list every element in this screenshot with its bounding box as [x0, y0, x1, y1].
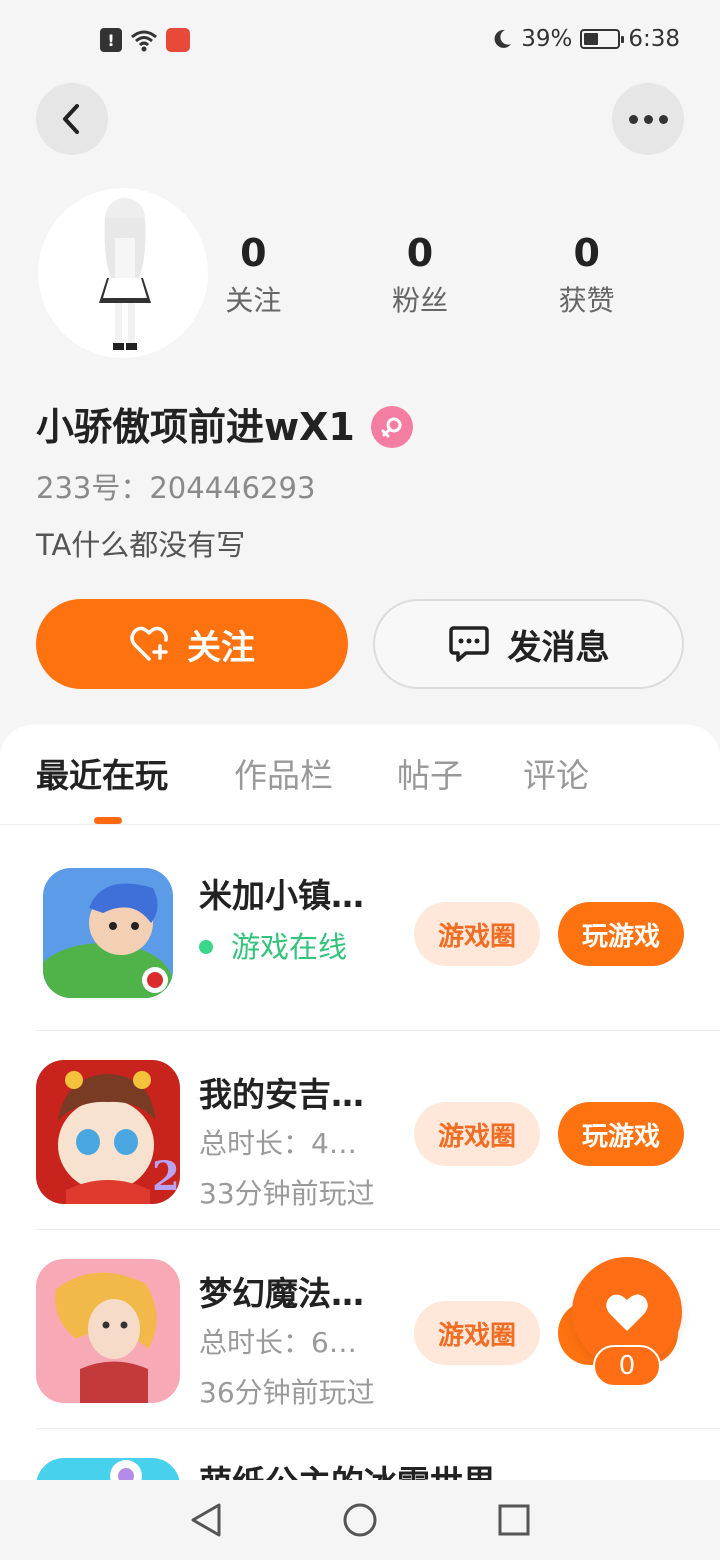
heart-icon — [606, 1294, 648, 1331]
status-bar: ! 39% 6:38 — [0, 0, 720, 84]
tab-works[interactable]: 作品栏 — [234, 753, 333, 799]
online-status-text: 游戏在线 — [231, 930, 348, 964]
game-duration: 总时长：6… — [199, 1326, 357, 1359]
svg-text:2: 2 — [152, 1153, 180, 1200]
wifi-icon — [131, 30, 157, 52]
username: 小骄傲项前进wX1 — [36, 400, 413, 454]
female-icon — [370, 406, 413, 448]
stat-value: 0 — [573, 231, 600, 275]
game-circle-button[interactable]: 游戏圈 — [414, 902, 540, 966]
chevron-left-icon — [63, 104, 79, 134]
clock: 6:38 — [628, 26, 680, 52]
battery-percent: 39% — [521, 26, 573, 52]
game-icon-dream-magic[interactable] — [36, 1259, 180, 1403]
username-text: 小骄傲项前进wX1 — [36, 405, 355, 449]
online-dot-icon — [199, 940, 213, 954]
play-game-button[interactable]: 玩游戏 — [558, 902, 684, 966]
nav-home-button[interactable] — [338, 1498, 382, 1542]
avatar-character-image — [99, 198, 151, 350]
stat-label: 关注 — [225, 284, 282, 317]
tab-comments[interactable]: 评论 — [523, 753, 589, 799]
stat-label: 粉丝 — [392, 284, 449, 317]
game-circle-button[interactable]: 游戏圈 — [414, 1102, 540, 1166]
square-recents-icon — [498, 1504, 530, 1536]
more-button[interactable] — [612, 83, 684, 155]
heart-add-icon — [130, 626, 168, 661]
play-game-button[interactable]: 玩游戏 — [558, 1102, 684, 1166]
stat-following[interactable]: 0 关注 — [170, 228, 337, 324]
tab-posts[interactable]: 帖子 — [397, 753, 463, 799]
game-title: 我的安吉… — [199, 1075, 364, 1114]
game-online-status: 游戏在线 — [199, 927, 347, 967]
profile-stats: 0 关注 0 粉丝 0 获赞 — [170, 228, 670, 324]
follow-button[interactable]: 关注 — [36, 599, 348, 689]
chat-bubble-icon — [448, 626, 489, 662]
user-bio: TA什么都没有写 — [36, 528, 246, 562]
game-icon-miga[interactable] — [43, 868, 173, 998]
active-tab-indicator — [94, 817, 122, 824]
stat-likes[interactable]: 0 获赞 — [503, 228, 670, 324]
follow-button-label: 关注 — [187, 627, 255, 668]
nav-recents-button[interactable] — [492, 1498, 536, 1542]
more-dots-icon — [628, 114, 668, 124]
back-button[interactable] — [36, 83, 108, 155]
game-list-item[interactable]: 2 我的安吉… 总时长：4… 33分钟前玩过 游戏圈 玩游戏 — [36, 1032, 720, 1230]
tab-bar: 最近在玩 作品栏 帖子 评论 — [0, 725, 720, 825]
stat-value: 0 — [406, 231, 434, 275]
like-count: 0 — [593, 1345, 661, 1387]
alert-icon: ! — [100, 28, 122, 52]
game-title: 梦幻魔法… — [199, 1274, 364, 1313]
game-icon-angela[interactable]: 2 — [36, 1060, 180, 1204]
circle-home-icon — [343, 1503, 377, 1537]
game-list-item[interactable]: 米加小镇… 游戏在线 游戏圈 玩游戏 — [36, 833, 720, 1031]
stat-fans[interactable]: 0 粉丝 — [337, 228, 504, 324]
game-circle-button[interactable]: 游戏圈 — [414, 1301, 540, 1365]
moon-icon — [494, 29, 512, 48]
game-last-played: 33分钟前玩过 — [199, 1177, 375, 1210]
send-message-button[interactable]: 发消息 — [373, 599, 684, 689]
battery-icon — [580, 29, 625, 49]
nav-back-button[interactable] — [184, 1498, 228, 1542]
tab-recently-played[interactable]: 最近在玩 — [36, 753, 168, 799]
system-nav-bar — [0, 1480, 720, 1560]
triangle-back-icon — [191, 1503, 221, 1537]
game-duration: 总时长：4… — [199, 1127, 357, 1160]
send-message-label: 发消息 — [507, 627, 610, 668]
stat-value: 0 — [240, 231, 267, 275]
stat-label: 获赞 — [558, 284, 615, 317]
game-last-played: 36分钟前玩过 — [199, 1376, 375, 1409]
user-id: 233号：204446293 — [36, 471, 316, 505]
game-title: 米加小镇… — [199, 876, 364, 915]
notification-app-icon — [166, 28, 190, 52]
